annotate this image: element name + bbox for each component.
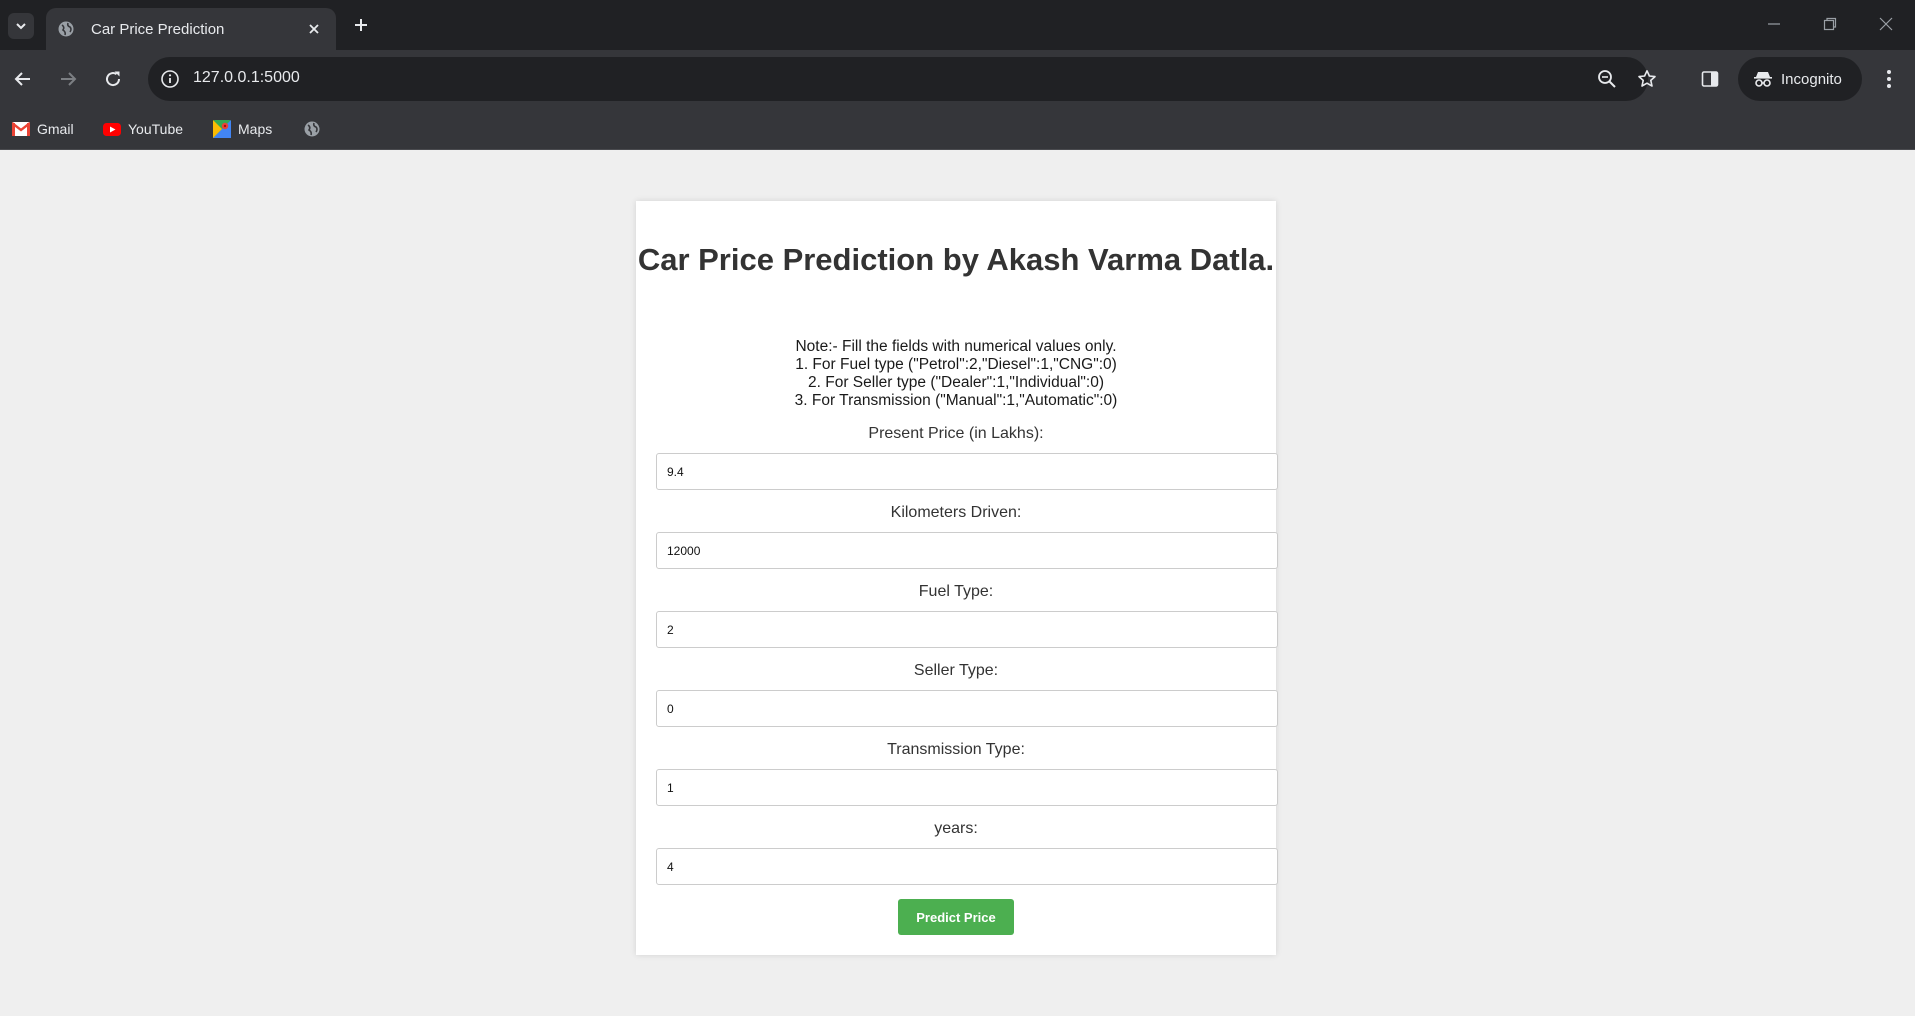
page-viewport: Car Price Prediction by Akash Varma Datl… <box>0 151 1915 1016</box>
restore-button[interactable] <box>1810 8 1850 40</box>
address-bar[interactable]: 127.0.0.1:5000 <box>148 57 1656 101</box>
incognito-icon <box>1754 72 1772 87</box>
years-input[interactable] <box>656 848 1278 885</box>
fuel-type-label: Fuel Type: <box>918 583 994 600</box>
bookmark-gmail[interactable]: Gmail <box>12 117 74 141</box>
transmission-type-label: Transmission Type: <box>887 741 1025 758</box>
note-line: 1. For Fuel type ("Petrol":2,"Diesel":1,… <box>795 356 1117 373</box>
arrow-left-icon <box>14 72 30 86</box>
forward-button[interactable] <box>52 63 84 95</box>
arrow-right-icon <box>61 72 77 86</box>
bookmark-label: Gmail <box>37 121 74 137</box>
url-text[interactable]: 127.0.0.1:5000 <box>193 69 300 87</box>
bookmark-label: YouTube <box>128 121 184 137</box>
page-title: Car Price Prediction by Akash Varma Datl… <box>637 242 1275 277</box>
globe-icon <box>57 20 75 38</box>
restore-icon <box>1823 17 1837 31</box>
bookmark-youtube[interactable]: YouTube <box>103 117 183 141</box>
transmission-type-input[interactable] <box>656 769 1278 806</box>
minimize-button[interactable] <box>1754 8 1794 40</box>
tab-search-button[interactable] <box>8 13 34 39</box>
minimize-icon <box>1768 23 1780 25</box>
fuel-type-input[interactable] <box>656 611 1278 648</box>
browser-toolbar: 127.0.0.1:5000 Incognito <box>0 50 1915 108</box>
close-icon <box>1879 17 1893 31</box>
note-line: 3. For Transmission ("Manual":1,"Automat… <box>794 392 1118 409</box>
prediction-form-card: Car Price Prediction by Akash Varma Datl… <box>636 201 1278 955</box>
site-info-icon[interactable] <box>156 65 184 93</box>
reload-icon <box>106 71 121 87</box>
gmail-icon <box>12 122 30 136</box>
bookmarks-bar: Gmail YouTube Maps <box>0 108 1915 150</box>
bookmark-star-icon[interactable] <box>1635 67 1659 91</box>
tab-car-price-prediction[interactable]: Car Price Prediction <box>46 8 336 50</box>
kebab-menu-icon[interactable] <box>1876 66 1902 92</box>
globe-icon <box>304 121 320 137</box>
youtube-icon <box>103 122 121 136</box>
bookmark-unnamed[interactable] <box>303 117 321 141</box>
chevron-down-icon <box>16 23 26 30</box>
incognito-label: Incognito <box>1781 70 1842 88</box>
close-tab-icon[interactable] <box>302 17 326 41</box>
tab-title: Car Price Prediction <box>91 20 225 38</box>
tab-strip: Car Price Prediction <box>0 0 1915 50</box>
bookmark-label: Maps <box>238 121 273 137</box>
instructions-note: Note:- Fill the fields with numerical va… <box>636 338 1276 410</box>
note-line: Note:- Fill the fields with numerical va… <box>795 338 1117 355</box>
kilometers-driven-input[interactable] <box>656 532 1278 569</box>
present-price-label: Present Price (in Lakhs): <box>868 425 1044 442</box>
reload-button[interactable] <box>97 63 129 95</box>
note-line: 2. For Seller type ("Dealer":1,"Individu… <box>808 374 1104 391</box>
seller-type-label: Seller Type: <box>913 662 999 679</box>
close-window-button[interactable] <box>1866 8 1906 40</box>
plus-icon <box>355 19 367 31</box>
bookmark-maps[interactable]: Maps <box>213 117 272 141</box>
zoom-icon[interactable] <box>1595 67 1619 91</box>
seller-type-input[interactable] <box>656 690 1278 727</box>
side-panel-icon[interactable] <box>1697 66 1723 92</box>
years-label: years: <box>934 820 978 837</box>
predict-price-button[interactable]: Predict Price <box>898 899 1014 935</box>
new-tab-button[interactable] <box>348 12 374 38</box>
present-price-input[interactable] <box>656 453 1278 490</box>
back-button[interactable] <box>7 63 39 95</box>
kilometers-driven-label: Kilometers Driven: <box>890 504 1022 521</box>
maps-icon <box>213 120 231 138</box>
incognito-profile-button[interactable]: Incognito <box>1738 57 1862 101</box>
